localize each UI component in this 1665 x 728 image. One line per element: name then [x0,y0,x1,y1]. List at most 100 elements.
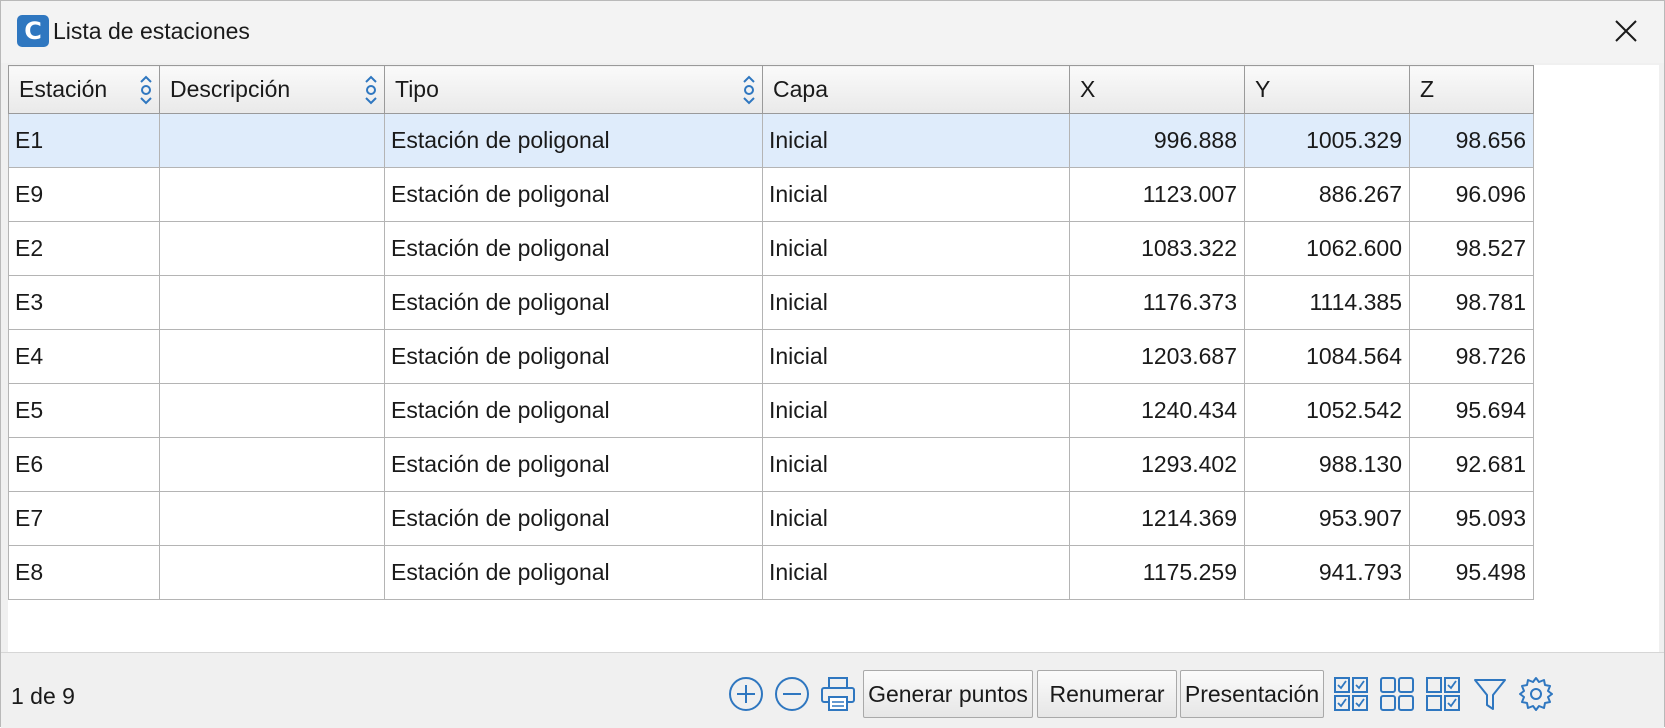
cell-tipo[interactable]: Estación de poligonal [384,491,763,546]
sort-icon[interactable] [137,72,155,108]
table-row[interactable]: E7 Estación de poligonal Inicial 1214.369 95… [8,491,1534,546]
table-row[interactable]: E5 Estación de poligonal Inicial 1240.434 10… [8,383,1534,438]
cell-descripcion[interactable] [159,329,385,384]
cell-y[interactable]: 1114.385 [1244,275,1410,330]
cell-y[interactable]: 1084.564 [1244,329,1410,384]
filter-button[interactable] [1469,673,1511,715]
cell-tipo[interactable]: Estación de poligonal [384,437,763,492]
cell-estacion[interactable]: E3 [8,275,160,330]
cell-z[interactable]: 98.656 [1409,113,1534,168]
stations-grid[interactable]: Estación Descripción Tipo Capa X Y Z E1 Estació… [8,65,1659,652]
table-row[interactable]: E6 Estación de poligonal Inicial 1293.402 98… [8,437,1534,492]
table-row[interactable]: E2 Estación de poligonal Inicial 1083.322 10… [8,221,1534,276]
cell-descripcion[interactable] [159,383,385,438]
cell-x[interactable]: 1123.007 [1069,167,1245,222]
table-row[interactable]: E9 Estación de poligonal Inicial 1123.007 88… [8,167,1534,222]
sort-icon[interactable] [740,72,758,108]
cell-descripcion[interactable] [159,545,385,600]
select-all-button[interactable] [1330,673,1372,715]
close-button[interactable] [1608,13,1644,49]
cell-x[interactable]: 1175.259 [1069,545,1245,600]
column-header-4[interactable]: X [1069,65,1245,114]
cell-z[interactable]: 98.726 [1409,329,1534,384]
cell-descripcion[interactable] [159,275,385,330]
cell-estacion[interactable]: E9 [8,167,160,222]
cell-x[interactable]: 1214.369 [1069,491,1245,546]
renumber-button[interactable]: Renumerar [1037,670,1177,718]
cell-z[interactable]: 98.527 [1409,221,1534,276]
cell-estacion[interactable]: E8 [8,545,160,600]
cell-y[interactable]: 1005.329 [1244,113,1410,168]
cell-estacion[interactable]: E6 [8,437,160,492]
cell-x[interactable]: 996.888 [1069,113,1245,168]
title-bar[interactable]: C Lista de estaciones [1,1,1664,63]
cell-x[interactable]: 1240.434 [1069,383,1245,438]
cell-capa[interactable]: Inicial [762,383,1070,438]
table-row[interactable]: E1 Estación de poligonal Inicial 996.888 100… [8,113,1534,168]
cell-y[interactable]: 1052.542 [1244,383,1410,438]
sort-icon[interactable] [362,72,380,108]
cell-z[interactable]: 95.694 [1409,383,1534,438]
cell-capa[interactable]: Inicial [762,437,1070,492]
cell-x[interactable]: 1176.373 [1069,275,1245,330]
grid-view-button[interactable] [1376,673,1418,715]
cell-tipo[interactable]: Estación de poligonal [384,383,763,438]
cell-y[interactable]: 886.267 [1244,167,1410,222]
cell-z[interactable]: 98.781 [1409,275,1534,330]
cell-descripcion[interactable] [159,167,385,222]
column-header-3[interactable]: Capa [762,65,1070,114]
column-header-1[interactable]: Descripción [159,65,385,114]
cell-tipo[interactable]: Estación de poligonal [384,221,763,276]
cell-tipo[interactable]: Estación de poligonal [384,275,763,330]
table-row[interactable]: E3 Estación de poligonal Inicial 1176.373 11… [8,275,1534,330]
remove-icon [775,677,809,711]
cell-capa[interactable]: Inicial [762,167,1070,222]
cell-descripcion[interactable] [159,437,385,492]
cell-tipo[interactable]: Estación de poligonal [384,113,763,168]
print-button[interactable] [817,673,859,715]
cell-y[interactable]: 953.907 [1244,491,1410,546]
cell-tipo[interactable]: Estación de poligonal [384,167,763,222]
cell-estacion[interactable]: E4 [8,329,160,384]
cell-tipo[interactable]: Estación de poligonal [384,329,763,384]
cell-y[interactable]: 941.793 [1244,545,1410,600]
cell-capa[interactable]: Inicial [762,275,1070,330]
cell-x[interactable]: 1083.322 [1069,221,1245,276]
cell-z[interactable]: 95.093 [1409,491,1534,546]
cell-capa[interactable]: Inicial [762,113,1070,168]
cell-estacion[interactable]: E2 [8,221,160,276]
cell-x[interactable]: 1203.687 [1069,329,1245,384]
cell-estacion[interactable]: E1 [8,113,160,168]
cell-z[interactable]: 96.096 [1409,167,1534,222]
generate-points-button[interactable]: Generar puntos [863,670,1033,718]
cell-estacion[interactable]: E7 [8,491,160,546]
cell-y[interactable]: 988.130 [1244,437,1410,492]
cell-capa[interactable]: Inicial [762,221,1070,276]
cell-x[interactable]: 1293.402 [1069,437,1245,492]
cell-capa[interactable]: Inicial [762,545,1070,600]
add-button[interactable] [725,673,767,715]
column-header-0[interactable]: Estación [8,65,160,114]
cell-capa[interactable]: Inicial [762,491,1070,546]
cell-descripcion[interactable] [159,491,385,546]
deselect-button[interactable] [1422,673,1464,715]
cell-descripcion[interactable] [159,221,385,276]
table-row[interactable]: E8 Estación de poligonal Inicial 1175.259 94… [8,545,1534,600]
cell-y[interactable]: 1062.600 [1244,221,1410,276]
cell-estacion[interactable]: E5 [8,383,160,438]
cell-tipo[interactable]: Estación de poligonal [384,545,763,600]
column-header-5[interactable]: Y [1244,65,1410,114]
cell-capa[interactable]: Inicial [762,329,1070,384]
column-header-6[interactable]: Z [1409,65,1534,114]
settings-button[interactable] [1515,673,1557,715]
cell-z[interactable]: 95.498 [1409,545,1534,600]
select-all-icon [1334,677,1368,711]
remove-button[interactable] [771,673,813,715]
column-header-label: Z [1420,76,1435,102]
cell-z[interactable]: 92.681 [1409,437,1534,492]
presentation-button[interactable]: Presentación [1180,670,1324,718]
cell-descripcion[interactable] [159,113,385,168]
column-header-2[interactable]: Tipo [384,65,763,114]
table-row[interactable]: E4 Estación de poligonal Inicial 1203.687 10… [8,329,1534,384]
column-header-label: Tipo [395,76,439,102]
